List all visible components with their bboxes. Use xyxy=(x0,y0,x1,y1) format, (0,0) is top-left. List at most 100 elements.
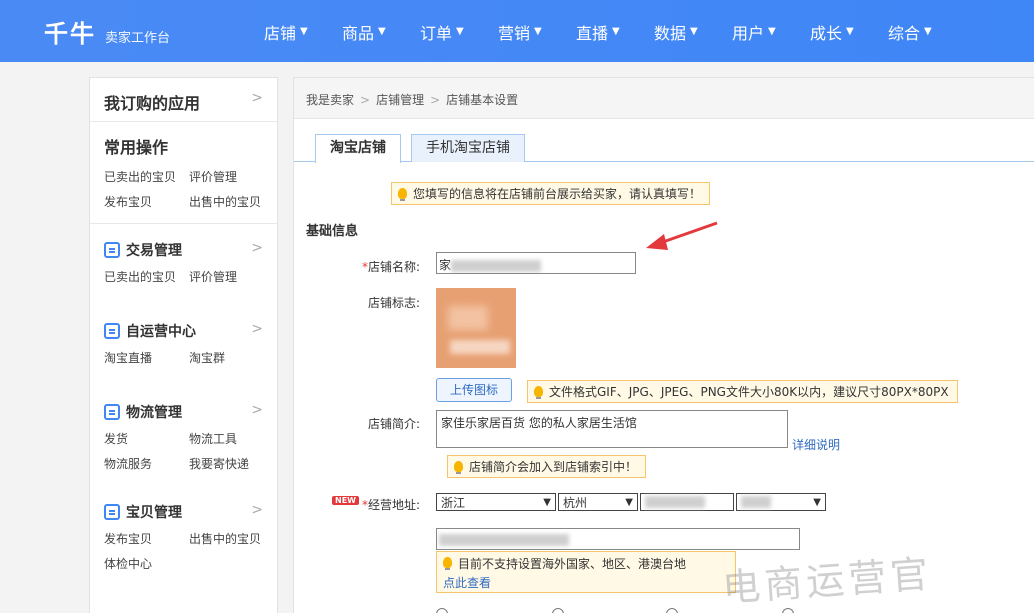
redacted-text xyxy=(451,259,542,272)
lightbulb-icon xyxy=(443,557,452,570)
chevron-down-icon: ▼ xyxy=(924,25,932,37)
chevron-down-icon: ▼ xyxy=(378,25,386,37)
main-nav: 店铺 ▼ 商品 ▼ 订单 ▼ 营销 ▼ 直播 ▼ 数据 ▼ 用户 ▼ 成长 ▼ 综合 ▼ xyxy=(264,20,966,44)
detail-link[interactable]: 详细说明 xyxy=(792,436,840,453)
chevron-right-icon: > xyxy=(251,502,263,518)
district-select[interactable] xyxy=(640,493,734,511)
sidebar-group-title[interactable]: 自运营中心 xyxy=(104,321,263,341)
sidebar-group-logistics: 物流管理 > 发货 物流工具 物流服务 我要寄快递 xyxy=(90,386,277,494)
sidebar-link[interactable]: 出售中的宝贝 xyxy=(189,530,274,547)
upload-tip: 文件格式GIF、JPG、JPEG、PNG文件大小80K以内，建议尺寸80PX*8… xyxy=(527,380,958,403)
tab-bar: 淘宝店铺 手机淘宝店铺 xyxy=(294,134,1034,163)
sidebar-group-trade: 交易管理 > 已卖出的宝贝 评价管理 xyxy=(90,224,277,305)
sidebar-link[interactable]: 评价管理 xyxy=(189,168,274,185)
intro-tip: 店铺简介会加入到店铺索引中！ xyxy=(447,455,647,478)
redacted-text xyxy=(645,496,705,508)
redacted-text xyxy=(439,533,569,546)
chevron-down-icon: ▼ xyxy=(846,25,854,37)
nav-live[interactable]: 直播 ▼ xyxy=(576,20,654,44)
app-logo[interactable]: 千牛 xyxy=(44,14,96,49)
chevron-down-icon: ▼ xyxy=(534,25,542,37)
upload-logo-button[interactable]: 上传图标 xyxy=(436,378,512,402)
tab-mobile-store[interactable]: 手机淘宝店铺 xyxy=(411,134,525,162)
lightbulb-icon xyxy=(398,188,407,201)
nav-users[interactable]: 用户 ▼ xyxy=(732,20,810,44)
chevron-right-icon: > xyxy=(251,90,263,106)
street-address-input[interactable] xyxy=(436,528,800,550)
chat-icon xyxy=(104,323,120,339)
nav-data[interactable]: 数据 ▼ xyxy=(654,20,732,44)
address-tip: 目前不支持设置海外国家、地区、港澳台地 点此查看 xyxy=(436,551,736,593)
tab-taobao-store[interactable]: 淘宝店铺 xyxy=(315,134,401,163)
nav-marketing[interactable]: 营销 ▼ xyxy=(498,20,576,44)
chevron-down-icon: ▼ xyxy=(300,25,308,37)
sidebar-link[interactable]: 物流工具 xyxy=(189,430,274,447)
sidebar-link[interactable]: 发货 xyxy=(104,430,189,447)
section-title: 基础信息 xyxy=(306,224,359,239)
sidebar-group-title[interactable]: 交易管理 xyxy=(104,240,263,260)
store-name-input[interactable]: 家 xyxy=(436,252,636,274)
sidebar-apps[interactable]: 我订购的应用 > xyxy=(90,78,277,122)
top-header: 千牛 卖家工作台 店铺 ▼ 商品 ▼ 订单 ▼ 营销 ▼ 直播 ▼ 数据 ▼ 用户 ▼ 成长 ▼… xyxy=(0,0,1034,62)
intro-textarea[interactable]: 家佳乐家居百货 您的私人家居生活馆 xyxy=(436,410,788,448)
radio-button[interactable] xyxy=(436,608,448,613)
breadcrumb-item[interactable]: 店铺管理 xyxy=(376,93,424,107)
street-select[interactable]: ▼ xyxy=(736,493,826,511)
nav-general[interactable]: 综合 ▼ xyxy=(888,20,966,44)
intro-label: 店铺简介: xyxy=(367,417,420,431)
chevron-right-icon: > xyxy=(251,321,263,337)
lightbulb-icon xyxy=(534,386,543,399)
sidebar-group-title[interactable]: 宝贝管理 xyxy=(104,502,263,522)
chevron-down-icon: ▼ xyxy=(543,496,551,508)
breadcrumb-item: 店铺基本设置 xyxy=(446,93,519,107)
sidebar-link[interactable]: 已卖出的宝贝 xyxy=(104,268,189,285)
radio-button[interactable] xyxy=(782,608,794,613)
sidebar-common: 常用操作 已卖出的宝贝 评价管理 发布宝贝 出售中的宝贝 xyxy=(90,122,277,224)
chevron-right-icon: > xyxy=(251,240,263,256)
chevron-down-icon: ▼ xyxy=(612,25,620,37)
sidebar-group-title[interactable]: 物流管理 xyxy=(104,402,263,422)
sidebar-link[interactable]: 发布宝贝 xyxy=(104,193,189,210)
chevron-down-icon: ▼ xyxy=(456,25,464,37)
chevron-right-icon: > xyxy=(251,402,263,418)
book-icon xyxy=(104,404,120,420)
view-details-link[interactable]: 点此查看 xyxy=(443,574,729,591)
store-logo-image xyxy=(436,288,516,368)
chevron-down-icon: ▼ xyxy=(625,496,633,508)
chevron-down-icon: ▼ xyxy=(768,25,776,37)
trade-icon xyxy=(104,242,120,258)
sidebar-group-selfop: 自运营中心 > 淘宝直播 淘宝群 xyxy=(90,305,277,386)
sidebar-link[interactable]: 物流服务 xyxy=(104,455,189,472)
city-select[interactable]: 杭州 ▼ xyxy=(558,493,638,511)
nav-store[interactable]: 店铺 ▼ xyxy=(264,20,342,44)
radio-button[interactable] xyxy=(666,608,678,613)
sidebar-link[interactable]: 我要寄快递 xyxy=(189,455,274,472)
nav-orders[interactable]: 订单 ▼ xyxy=(420,20,498,44)
sidebar-link[interactable]: 淘宝直播 xyxy=(104,349,189,366)
info-notice: 您填写的信息将在店铺前台展示给买家，请认真填写！ xyxy=(391,182,711,205)
sidebar-link[interactable]: 淘宝群 xyxy=(189,349,274,366)
sidebar-link[interactable]: 已卖出的宝贝 xyxy=(104,168,189,185)
breadcrumb: 我是卖家 > 店铺管理 > 店铺基本设置 xyxy=(294,78,1034,119)
sidebar-link[interactable]: 出售中的宝贝 xyxy=(189,193,274,210)
sidebar-link[interactable]: 发布宝贝 xyxy=(104,530,189,547)
address-label: *经营地址: xyxy=(361,498,420,512)
sidebar-link[interactable]: 评价管理 xyxy=(189,268,274,285)
lightbulb-icon xyxy=(454,461,463,474)
radio-button[interactable] xyxy=(552,608,564,613)
sidebar-link[interactable]: 体检中心 xyxy=(104,555,189,572)
province-select[interactable]: 浙江 ▼ xyxy=(436,493,556,511)
sidebar: 我订购的应用 > 常用操作 已卖出的宝贝 评价管理 发布宝贝 出售中的宝贝 交易… xyxy=(89,77,278,613)
chevron-down-icon: ▼ xyxy=(690,25,698,37)
breadcrumb-item[interactable]: 我是卖家 xyxy=(306,93,354,107)
store-name-label: *店铺名称: xyxy=(361,260,420,274)
app-subtitle: 卖家工作台 xyxy=(105,31,171,46)
chevron-down-icon: ▼ xyxy=(813,496,821,508)
sidebar-apps-title: 我订购的应用 xyxy=(104,94,201,113)
package-icon xyxy=(104,504,120,520)
sidebar-group-items: 宝贝管理 > 发布宝贝 出售中的宝贝 体检中心 xyxy=(90,494,277,594)
main-panel: 我是卖家 > 店铺管理 > 店铺基本设置 淘宝店铺 手机淘宝店铺 您填写的信息将在店铺前… xyxy=(293,77,1034,613)
nav-growth[interactable]: 成长 ▼ xyxy=(810,20,888,44)
nav-products[interactable]: 商品 ▼ xyxy=(342,20,420,44)
store-logo-label: 店铺标志: xyxy=(367,296,420,310)
